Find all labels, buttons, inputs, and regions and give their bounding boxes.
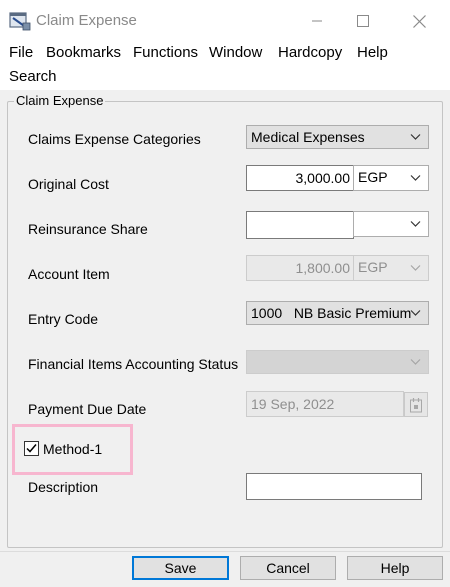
menu-window[interactable]: Window — [209, 44, 262, 61]
date-picker-button — [404, 392, 428, 417]
group-title: Claim Expense — [14, 93, 106, 108]
account-item-value: 1,800.00 — [295, 260, 351, 276]
payment-due-date-input: 19 Sep, 2022 — [246, 391, 404, 417]
chevron-down-icon — [410, 175, 421, 181]
window-title: Claim Expense — [36, 12, 137, 29]
chevron-down-icon — [410, 265, 421, 271]
close-icon — [412, 14, 426, 28]
chevron-down-icon — [410, 221, 421, 227]
chevron-down-icon — [410, 134, 421, 140]
account-item-label: Account Item — [28, 266, 110, 282]
account-item-currency-dropdown: EGP — [353, 255, 429, 281]
account-item-currency: EGP — [358, 259, 388, 275]
title-bar: Claim Expense — [0, 0, 450, 42]
original-cost-value: 3,000.00 — [295, 170, 351, 186]
entry-code-value: 1000 NB Basic Premium — [251, 305, 412, 321]
reinsurance-currency-dropdown[interactable] — [353, 211, 429, 237]
chevron-down-icon — [410, 310, 421, 316]
menu-help[interactable]: Help — [357, 44, 388, 61]
footer-separator — [0, 551, 450, 552]
save-button[interactable]: Save — [132, 556, 229, 580]
description-input[interactable] — [246, 473, 422, 500]
menu-search[interactable]: Search — [9, 68, 57, 85]
menu-functions[interactable]: Functions — [133, 44, 198, 61]
payment-due-date-value: 19 Sep, 2022 — [251, 396, 335, 412]
maximize-icon — [357, 15, 369, 27]
cancel-button[interactable]: Cancel — [240, 556, 336, 580]
checkmark-icon — [26, 444, 37, 453]
menu-bookmarks[interactable]: Bookmarks — [46, 44, 121, 61]
categories-value: Medical Expenses — [251, 129, 365, 145]
original-cost-label: Original Cost — [28, 176, 109, 192]
reinsurance-share-input[interactable] — [246, 211, 354, 239]
original-cost-input[interactable]: 3,000.00 — [246, 165, 354, 191]
menu-hardcopy[interactable]: Hardcopy — [278, 44, 342, 61]
maximize-button[interactable] — [340, 0, 386, 42]
reinsurance-share-label: Reinsurance Share — [28, 221, 148, 237]
menu-file[interactable]: File — [9, 44, 33, 61]
entry-code-dropdown[interactable]: 1000 NB Basic Premium — [246, 301, 429, 325]
original-cost-currency: EGP — [358, 169, 388, 185]
account-item-input: 1,800.00 — [246, 255, 354, 281]
categories-dropdown[interactable]: Medical Expenses — [246, 125, 429, 149]
chevron-down-icon — [410, 359, 421, 365]
help-button[interactable]: Help — [347, 556, 443, 580]
original-cost-currency-dropdown[interactable]: EGP — [353, 165, 429, 191]
categories-label: Claims Expense Categories — [28, 131, 201, 147]
payment-due-date-label: Payment Due Date — [28, 401, 147, 417]
app-icon — [9, 12, 31, 31]
accounting-status-label: Financial Items Accounting Status — [28, 356, 239, 372]
entry-code-label: Entry Code — [28, 311, 99, 327]
minimize-icon — [312, 20, 322, 22]
calendar-icon — [410, 397, 422, 412]
close-button[interactable] — [396, 0, 442, 42]
method-label[interactable]: Method-1 — [43, 441, 102, 457]
menu-bar: File Bookmarks Functions Window Hardcopy… — [0, 42, 450, 90]
minimize-button[interactable] — [294, 0, 340, 42]
accounting-status-dropdown — [246, 350, 429, 374]
method-checkbox[interactable] — [24, 441, 39, 456]
description-label: Description — [28, 479, 99, 495]
